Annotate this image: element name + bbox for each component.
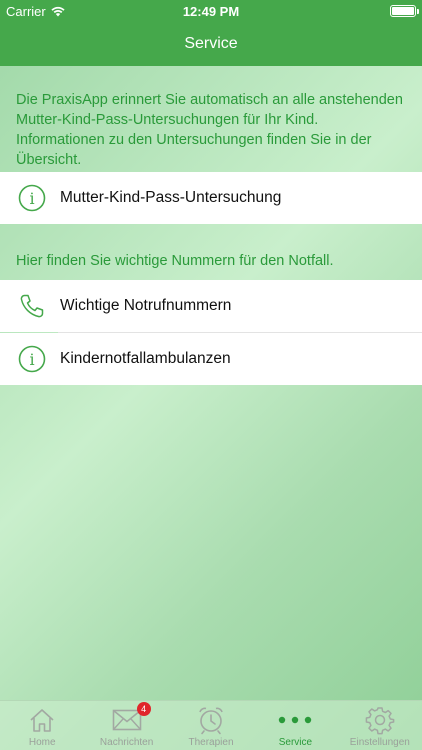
status-bar: Carrier 12:49 PM: [0, 0, 422, 22]
row-mutter-kind-pass[interactable]: i Mutter-Kind-Pass-Untersuchung: [0, 172, 422, 224]
tab-home[interactable]: Home: [0, 701, 84, 750]
battery-icon: [390, 5, 419, 17]
info-circle-icon: i: [18, 184, 46, 212]
row-label: Wichtige Notrufnummern: [60, 297, 232, 314]
tab-label: Home: [28, 737, 56, 748]
emergency-note: Hier finden Sie wichtige Nummern für den…: [16, 253, 334, 269]
intro-text: Die PraxisApp erinnert Sie automatisch a…: [16, 92, 403, 168]
more-dots-icon: [277, 705, 313, 735]
tab-service[interactable]: Service: [253, 701, 337, 750]
tab-label: Therapien: [188, 737, 234, 748]
row-label: Kindernotfallambulanzen: [60, 350, 231, 367]
svg-text:i: i: [29, 350, 34, 369]
tab-nachrichten[interactable]: 4 Nachrichten: [84, 701, 168, 750]
tab-label: Nachrichten: [99, 737, 154, 748]
navigation-bar: Service: [0, 22, 422, 66]
tab-einstellungen[interactable]: Einstellungen: [338, 701, 422, 750]
info-circle-icon: i: [18, 345, 46, 373]
row-kindernotfallambulanzen[interactable]: i Kindernotfallambulanzen: [0, 333, 422, 385]
gear-icon: [365, 705, 395, 735]
tab-label: Service: [278, 737, 313, 748]
phone-icon: [18, 292, 46, 320]
tab-bar: Home 4 Nachrichten Therapien Service Ein…: [0, 700, 422, 750]
row-notrufnummern[interactable]: Wichtige Notrufnummern: [0, 280, 422, 332]
status-time: 12:49 PM: [182, 4, 240, 19]
row-label: Mutter-Kind-Pass-Untersuchung: [60, 189, 282, 206]
svg-text:i: i: [29, 189, 34, 208]
unread-badge: 4: [136, 702, 151, 716]
home-icon: [28, 705, 56, 735]
page-title: Service: [184, 35, 238, 52]
tab-label: Einstellungen: [349, 737, 410, 748]
tab-therapien[interactable]: Therapien: [169, 701, 253, 750]
alarm-clock-icon: [196, 705, 226, 735]
